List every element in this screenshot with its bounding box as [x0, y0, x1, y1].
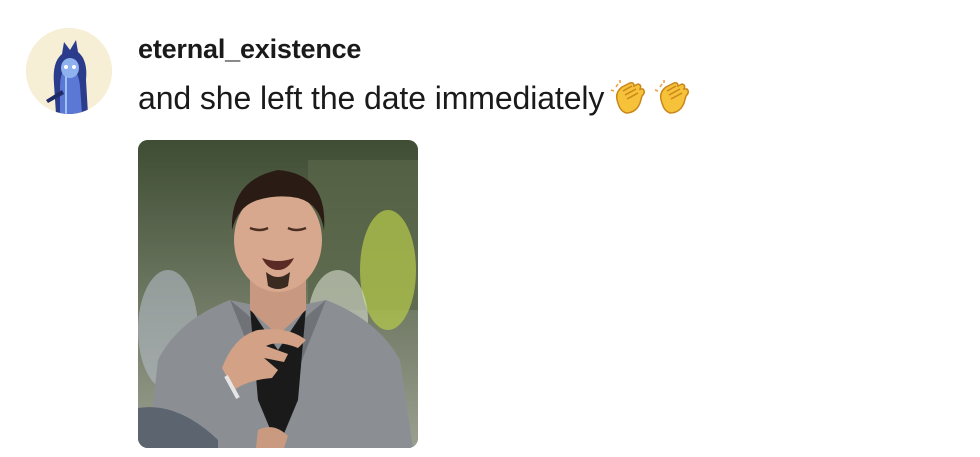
comment-image-attachment[interactable] [138, 140, 418, 448]
meme-photo-icon [138, 140, 418, 448]
user-avatar[interactable] [26, 28, 112, 114]
comment-username[interactable]: eternal_existence [138, 34, 361, 65]
comment-item: eternal_existence and she left the date … [0, 0, 980, 457]
clapping-hands-emoji-icon [610, 79, 648, 117]
comment-message-row: and she left the date immediately [138, 76, 692, 120]
avatar-character-icon [26, 28, 112, 114]
clapping-hands-emoji-icon [654, 79, 692, 117]
comment-message: and she left the date immediately [138, 79, 605, 116]
